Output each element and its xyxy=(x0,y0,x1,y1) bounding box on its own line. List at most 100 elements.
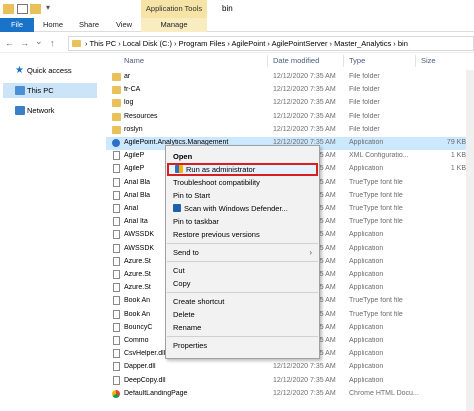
sidebar-item-network[interactable]: Network xyxy=(3,103,97,118)
folder-icon xyxy=(3,4,14,14)
file-size: 79 KB xyxy=(446,139,466,146)
font-file-icon xyxy=(113,190,120,200)
menu-item-label: Send to xyxy=(173,248,199,257)
folder-icon xyxy=(112,99,121,108)
menu-item-open[interactable]: Open xyxy=(167,150,318,163)
file-name: log xyxy=(124,99,134,107)
sidebar-item-label: Network xyxy=(27,106,55,115)
file-icon xyxy=(113,230,120,240)
folder-icon xyxy=(112,73,121,81)
menu-item-scan-with-windows-defender[interactable]: Scan with Windows Defender... xyxy=(167,202,318,215)
column-divider[interactable] xyxy=(343,55,344,67)
folder-icon xyxy=(112,86,121,95)
properties-icon[interactable] xyxy=(17,4,28,14)
menu-item-troubleshoot-compatibility[interactable]: Troubleshoot compatibility xyxy=(167,176,318,189)
column-header-size[interactable]: Size xyxy=(421,56,436,65)
menu-item-delete[interactable]: Delete xyxy=(167,308,318,321)
chrome-icon xyxy=(112,389,120,398)
table-row[interactable]: Dapper.dll 12/12/2020 7:35 AM Application xyxy=(106,361,472,374)
column-header-date[interactable]: Date modified xyxy=(273,56,319,65)
folder-icon xyxy=(112,125,121,134)
menu-item-pin-to-start[interactable]: Pin to Start xyxy=(167,189,318,202)
column-header-type[interactable]: Type xyxy=(349,56,365,65)
menu-item-create-shortcut[interactable]: Create shortcut xyxy=(167,295,318,308)
file-type: Application xyxy=(349,284,384,292)
file-icon xyxy=(113,336,120,345)
file-type: TrueType font file xyxy=(349,191,403,199)
menu-item-run-as-administrator[interactable]: Run as administrator xyxy=(167,163,318,176)
file-icon xyxy=(113,375,120,385)
forward-button[interactable]: → xyxy=(20,38,29,48)
tab-file[interactable]: File xyxy=(0,18,34,32)
file-name: Dapper.dll xyxy=(124,363,156,371)
qat-dropdown-icon[interactable]: ▾ xyxy=(46,3,50,12)
menu-item-cut[interactable]: Cut xyxy=(167,264,318,277)
table-row[interactable]: DeepCopy.dll 12/12/2020 7:35 AM Applicatio… xyxy=(106,375,472,388)
table-row[interactable]: fr-CA 12/12/2020 7:35 AM File folder xyxy=(106,84,472,97)
menu-item-label: Open xyxy=(173,152,193,161)
menu-item-pin-to-taskbar[interactable]: Pin to taskbar xyxy=(167,215,318,228)
column-divider[interactable] xyxy=(415,55,416,67)
file-name: ar xyxy=(124,73,131,80)
file-type: Application xyxy=(349,244,384,252)
table-row[interactable]: ar 12/12/2020 7:35 AM File folder xyxy=(106,71,472,84)
back-button[interactable]: ← xyxy=(5,38,14,48)
menu-item-copy[interactable]: Copy xyxy=(167,277,318,290)
menu-item-label: Run as administrator xyxy=(186,165,256,174)
window-title: bin xyxy=(222,4,233,13)
vertical-scrollbar[interactable] xyxy=(466,70,474,411)
tab-view[interactable]: View xyxy=(108,18,140,32)
file-date: 12/12/2020 7:35 AM xyxy=(273,112,336,120)
file-icon xyxy=(113,349,120,359)
file-name: DefaultLandingPage xyxy=(124,389,188,397)
table-row[interactable]: roslyn 12/12/2020 7:35 AM File folder xyxy=(106,124,472,137)
table-row[interactable]: log 12/12/2020 7:35 AM File folder xyxy=(106,97,472,110)
tab-manage[interactable]: Manage xyxy=(141,18,207,32)
menu-item-restore-previous-versions[interactable]: Restore previous versions xyxy=(167,228,318,241)
file-icon xyxy=(113,283,120,293)
table-row[interactable]: Resources 12/12/2020 7:35 AM File folder xyxy=(106,111,472,124)
file-name: DeepCopy.dll xyxy=(124,376,166,384)
navigation-pane: ★ Quick access This PC Network xyxy=(0,53,99,411)
file-date: 12/12/2020 7:35 AM xyxy=(273,73,336,80)
font-file-icon xyxy=(113,177,120,187)
menu-separator xyxy=(167,292,318,293)
file-icon xyxy=(113,322,120,332)
menu-item-rename[interactable]: Rename xyxy=(167,321,318,334)
file-type: Application xyxy=(349,376,384,384)
column-divider[interactable] xyxy=(267,55,268,67)
file-type: Application xyxy=(349,165,384,173)
file-name: Resources xyxy=(124,112,158,120)
table-row[interactable]: DefaultLandingPage 12/12/2020 7:35 AM Chro… xyxy=(106,388,472,401)
column-header-name[interactable]: Name xyxy=(124,56,144,65)
menu-separator xyxy=(167,243,318,244)
file-name: roslyn xyxy=(124,125,143,133)
tab-home[interactable]: Home xyxy=(36,18,70,32)
menu-item-properties[interactable]: Properties xyxy=(167,339,318,352)
menu-item-label: Pin to taskbar xyxy=(173,217,219,226)
address-bar: ← → ⌄ ↑ › This PC › Local Disk (C:) › Pr… xyxy=(0,33,474,53)
sidebar-item-label: This PC xyxy=(27,86,54,95)
application-tools-label: Application Tools xyxy=(141,0,207,18)
menu-item-label: Troubleshoot compatibility xyxy=(173,178,260,187)
new-folder-icon[interactable] xyxy=(30,4,41,14)
path-input[interactable]: › This PC › Local Disk (C:) › Program Fi… xyxy=(68,36,474,51)
sidebar-item-label: Quick access xyxy=(27,66,72,75)
up-button[interactable]: ↑ xyxy=(50,38,55,48)
file-icon xyxy=(113,243,120,253)
menu-item-label: Create shortcut xyxy=(173,297,225,306)
font-file-icon xyxy=(113,309,120,319)
file-type: Application xyxy=(349,337,384,344)
sidebar-item-this-pc[interactable]: This PC xyxy=(3,83,97,98)
title-bar: ▾ Application Tools bin xyxy=(0,0,474,18)
application-icon xyxy=(112,139,120,147)
path-folder-icon xyxy=(72,40,81,47)
tab-share[interactable]: Share xyxy=(72,18,106,32)
menu-item-send-to[interactable]: Send to › xyxy=(167,246,318,259)
breadcrumb[interactable]: › This PC › Local Disk (C:) › Program Fi… xyxy=(85,39,408,48)
recent-locations-button[interactable]: ⌄ xyxy=(35,36,43,47)
file-type: Application xyxy=(349,271,384,278)
ribbon-tabs: File Home Share View Manage xyxy=(0,18,474,32)
menu-item-label: Restore previous versions xyxy=(173,230,260,239)
sidebar-item-quick-access[interactable]: ★ Quick access xyxy=(3,63,97,78)
